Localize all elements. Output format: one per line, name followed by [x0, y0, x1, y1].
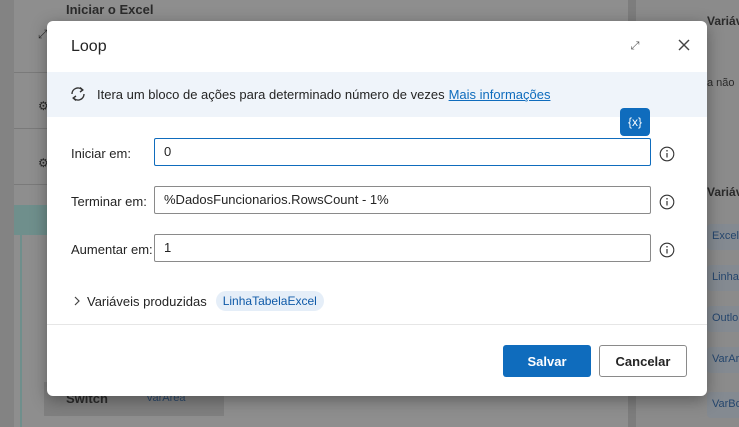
chevron-right-icon [74, 296, 80, 306]
panel-variable-chip: VarAr [707, 347, 739, 373]
panel-text: a não [707, 77, 735, 89]
close-button[interactable] [675, 36, 693, 54]
loop-icon [71, 86, 85, 102]
loop-line [20, 235, 22, 427]
info-circle-icon [659, 146, 675, 162]
produced-variables-toggle[interactable]: Variáveis produzidas LinhaTabelaExcel [71, 290, 324, 312]
insert-variable-button[interactable]: {x} [620, 108, 650, 136]
info-banner: Itera um bloco de ações para determinado… [47, 72, 707, 117]
expand-icon[interactable]: ⤢ [627, 38, 643, 54]
end-label: Terminar em: [71, 194, 147, 209]
loop-dialog: Loop ⤢ Itera um bloco de ações para dete… [47, 21, 707, 396]
increment-input[interactable]: 1 [154, 234, 651, 262]
info-description: Itera um bloco de ações para determinado… [97, 87, 550, 102]
end-input[interactable]: %DadosFuncionarios.RowsCount - 1% [154, 186, 651, 214]
panel-variable-chip: Excel [707, 224, 739, 250]
start-help-icon[interactable] [659, 146, 675, 162]
flow-action-title: Iniciar o Excel [66, 2, 154, 17]
increment-help-icon[interactable] [659, 242, 675, 258]
panel-heading: Variáv [707, 14, 739, 28]
panel-variable-chip: VarBo [707, 392, 739, 418]
footer-divider [47, 324, 707, 325]
panel-variable-chip: Outlo [707, 306, 739, 332]
start-label: Iniciar em: [71, 146, 131, 161]
info-text: Itera um bloco de ações para determinado… [97, 87, 445, 102]
info-circle-icon [659, 194, 675, 210]
panel-heading: Variáve [707, 185, 739, 199]
flow-rail [0, 0, 14, 427]
dialog-title: Loop [71, 38, 107, 55]
start-input[interactable]: 0 [154, 138, 651, 166]
save-button[interactable]: Salvar [503, 345, 591, 377]
cancel-button[interactable]: Cancelar [599, 345, 687, 377]
produced-variables-label: Variáveis produzidas [87, 293, 207, 309]
panel-variable-chip: Linha [707, 265, 739, 291]
end-help-icon[interactable] [659, 194, 675, 210]
more-info-link[interactable]: Mais informações [449, 87, 551, 102]
close-icon [678, 39, 690, 51]
produced-variable-chip[interactable]: LinhaTabelaExcel [215, 291, 324, 311]
increment-label: Aumentar em: [71, 242, 153, 257]
info-circle-icon [659, 242, 675, 258]
